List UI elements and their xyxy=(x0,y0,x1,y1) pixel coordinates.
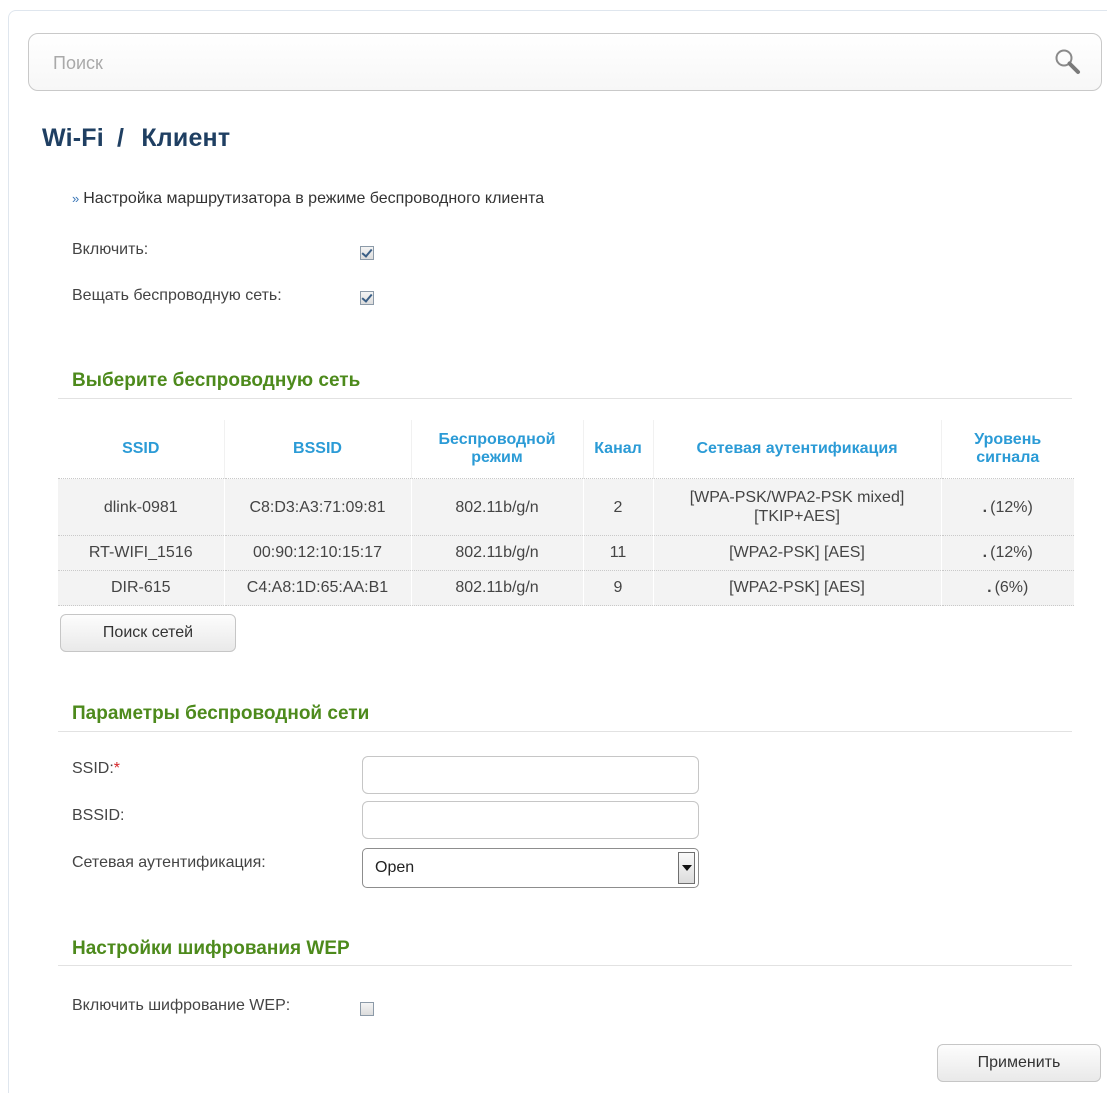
description-text: Настройка маршрутизатора в режиме беспро… xyxy=(83,190,545,207)
cell-bssid: C8:D3:A3:71:09:81 xyxy=(224,478,412,536)
search-bar[interactable] xyxy=(28,33,1102,91)
divider xyxy=(58,731,1072,732)
signal-icon: . xyxy=(982,544,988,561)
column-header-auth[interactable]: Сетевая аутентификация xyxy=(653,420,942,479)
cell-channel: 11 xyxy=(583,535,654,571)
table-row[interactable]: RT-WIFI_1516 00:90:12:10:15:17 802.11b/g… xyxy=(58,535,1074,571)
wep-heading: Настройки шифрования WEP xyxy=(72,938,350,959)
search-input[interactable] xyxy=(51,48,1015,78)
cell-auth: [WPA2-PSK] [AES] xyxy=(653,535,942,571)
cell-mode: 802.11b/g/n xyxy=(411,535,584,571)
double-chevron-icon: » xyxy=(72,191,80,206)
breadcrumb-page: Клиент xyxy=(141,124,231,152)
networks-heading: Выберите беспроводную сеть xyxy=(72,370,361,391)
required-mark: * xyxy=(113,760,121,777)
table-header-row: SSID BSSID Беспроводной режим Канал Сете… xyxy=(58,420,1074,479)
breadcrumb-section[interactable]: Wi-Fi xyxy=(42,124,104,152)
auth-label: Сетевая аутентификация: xyxy=(72,854,266,871)
cell-signal: . (6%) xyxy=(941,570,1074,606)
enable-label: Включить: xyxy=(72,241,149,258)
cell-ssid: RT-WIFI_1516 xyxy=(58,535,225,571)
signal-value: (12%) xyxy=(990,544,1033,561)
cell-ssid: dlink-0981 xyxy=(58,478,225,536)
signal-icon: . xyxy=(987,579,992,596)
page-title: Wi-Fi / Клиент xyxy=(42,124,230,153)
cell-channel: 9 xyxy=(583,570,654,606)
apply-button[interactable]: Применить xyxy=(937,1044,1101,1082)
cell-auth: [WPA2-PSK] [AES] xyxy=(653,570,942,606)
search-icon[interactable] xyxy=(1053,47,1083,77)
auth-select[interactable]: Open xyxy=(362,848,699,888)
signal-value: (12%) xyxy=(990,498,1033,516)
auth-select-value: Open xyxy=(375,859,415,876)
cell-bssid: C4:A8:1D:65:AA:B1 xyxy=(224,570,412,606)
wep-enable-checkbox[interactable] xyxy=(360,1002,374,1016)
ssid-label: SSID:* xyxy=(72,760,120,778)
wep-enable-label: Включить шифрование WEP: xyxy=(72,997,291,1014)
divider xyxy=(58,398,1072,399)
cell-mode: 802.11b/g/n xyxy=(411,570,584,606)
bssid-field[interactable] xyxy=(362,801,699,839)
chevron-down-icon[interactable] xyxy=(678,852,695,884)
table-row[interactable]: dlink-0981 C8:D3:A3:71:09:81 802.11b/g/n… xyxy=(58,478,1074,536)
params-heading: Параметры беспроводной сети xyxy=(72,703,370,724)
networks-table: SSID BSSID Беспроводной режим Канал Сете… xyxy=(58,420,1074,606)
signal-value: (6%) xyxy=(994,579,1029,596)
column-header-signal[interactable]: Уровень сигнала xyxy=(941,420,1074,479)
column-header-channel[interactable]: Канал xyxy=(583,420,654,479)
page-description: » Настройка маршрутизатора в режиме беспр… xyxy=(72,190,544,208)
enable-checkbox[interactable] xyxy=(360,246,374,260)
divider xyxy=(58,965,1072,966)
cell-ssid: DIR-615 xyxy=(58,570,225,606)
broadcast-checkbox[interactable] xyxy=(360,291,374,305)
cell-auth: [WPA-PSK/WPA2-PSK mixed] [TKIP+AES] xyxy=(653,478,942,536)
scan-networks-button[interactable]: Поиск сетей xyxy=(60,614,236,652)
cell-bssid: 00:90:12:10:15:17 xyxy=(224,535,412,571)
column-header-mode[interactable]: Беспроводной режим xyxy=(411,420,584,479)
ssid-label-text: SSID: xyxy=(72,760,114,777)
cell-signal: . (12%) xyxy=(941,478,1074,536)
bssid-label: BSSID: xyxy=(72,807,125,824)
column-header-bssid[interactable]: BSSID xyxy=(224,420,412,479)
cell-mode: 802.11b/g/n xyxy=(411,478,584,536)
ssid-field[interactable] xyxy=(362,756,699,794)
signal-icon: . xyxy=(982,498,988,516)
broadcast-label: Вещать беспроводную сеть: xyxy=(72,287,282,304)
cell-channel: 2 xyxy=(583,478,654,536)
table-row[interactable]: DIR-615 C4:A8:1D:65:AA:B1 802.11b/g/n 9 … xyxy=(58,570,1074,606)
cell-signal: . (12%) xyxy=(941,535,1074,571)
breadcrumb-separator: / xyxy=(117,124,125,152)
column-header-ssid[interactable]: SSID xyxy=(58,420,225,479)
